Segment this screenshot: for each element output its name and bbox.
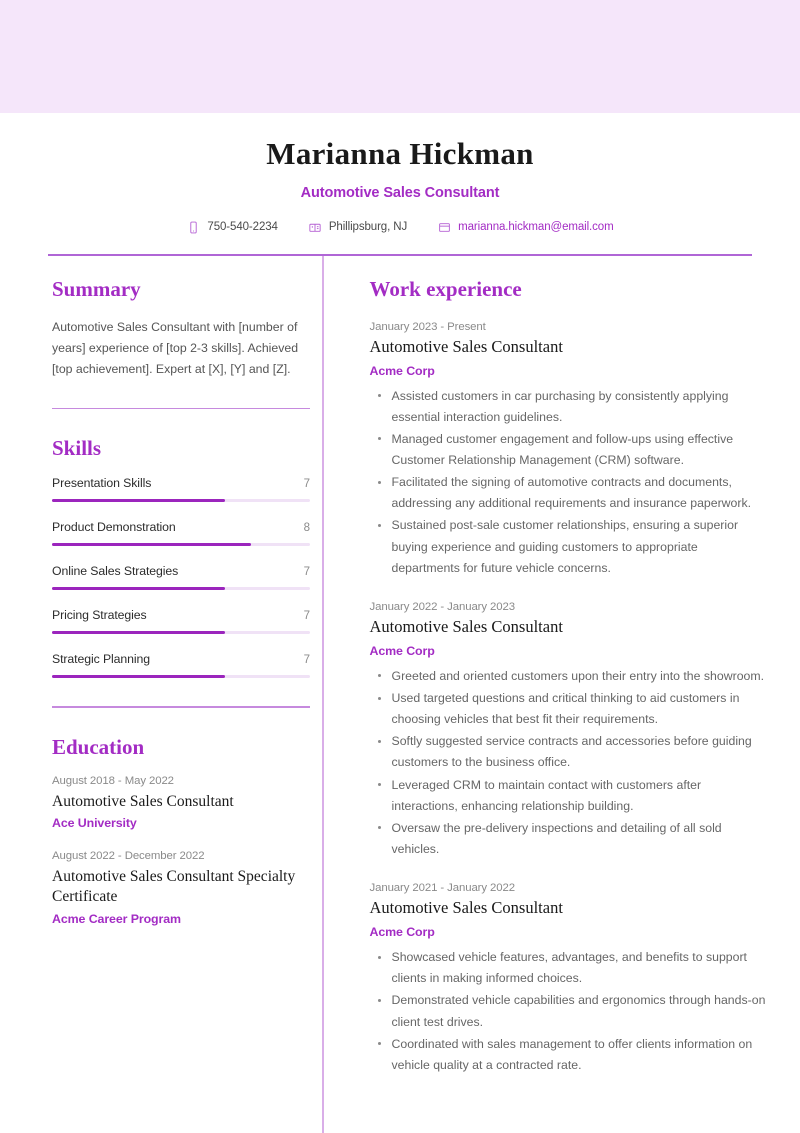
skill-name: Presentation Skills [52, 476, 151, 490]
contact-location-text: Phillipsburg, NJ [329, 221, 407, 233]
job-title: Automotive Sales Consultant [370, 898, 767, 919]
skill-header: Presentation Skills 7 [52, 476, 310, 490]
education-date: August 2018 - May 2022 [52, 775, 320, 787]
skill-bar-track [52, 587, 310, 590]
contact-phone-text: 750-540-2234 [207, 221, 277, 233]
email-icon [437, 220, 451, 234]
location-icon [308, 220, 322, 234]
summary-divider [52, 408, 310, 409]
job-bullet: Demonstrated vehicle capabilities and er… [388, 990, 767, 1032]
job-bullet: Used targeted questions and critical thi… [388, 688, 767, 730]
skill-header: Strategic Planning 7 [52, 652, 310, 666]
skill-header: Online Sales Strategies 7 [52, 564, 310, 578]
education-entry: August 2022 - December 2022 Automotive Sa… [52, 850, 320, 925]
skill-item: Product Demonstration 8 [52, 520, 310, 546]
job-title: Automotive Sales Consultant [370, 617, 767, 638]
contact-phone[interactable]: 750-540-2234 [186, 220, 277, 234]
job-bullet: Managed customer engagement and follow-u… [388, 429, 767, 471]
contact-email-text[interactable]: marianna.hickman@email.com [458, 221, 613, 233]
skills-section-title: Skills [52, 437, 322, 460]
skill-item: Strategic Planning 7 [52, 652, 310, 678]
contact-location[interactable]: Phillipsburg, NJ [308, 220, 407, 234]
work-experience-entry: January 2023 - Present Automotive Sales C… [370, 321, 767, 579]
job-date: January 2023 - Present [370, 321, 767, 333]
skill-value: 7 [304, 610, 310, 622]
resume-header: Marianna Hickman Automotive Sales Consul… [0, 113, 800, 234]
education-date: August 2022 - December 2022 [52, 850, 320, 862]
job-bullet: Sustained post-sale customer relationshi… [388, 515, 767, 578]
job-bullet: Greeted and oriented customers upon thei… [388, 666, 767, 687]
skill-bar-fill [52, 675, 225, 678]
skill-bar-track [52, 675, 310, 678]
skill-name: Product Demonstration [52, 520, 176, 534]
job-date: January 2022 - January 2023 [370, 601, 767, 613]
job-bullet-list: Assisted customers in car purchasing by … [370, 386, 767, 579]
job-bullet: Leveraged CRM to maintain contact with c… [388, 775, 767, 817]
summary-section-title: Summary [52, 278, 322, 301]
left-column: Summary Automotive Sales Consultant with… [0, 256, 322, 1133]
skill-header: Pricing Strategies 7 [52, 608, 310, 622]
right-column: Work experience January 2023 - Present Au… [324, 256, 800, 1133]
job-bullet: Coordinated with sales management to off… [388, 1034, 767, 1076]
job-bullet: Softly suggested service contracts and a… [388, 731, 767, 773]
job-bullet: Assisted customers in car purchasing by … [388, 386, 767, 428]
skill-bar-track [52, 543, 310, 546]
phone-icon [186, 220, 200, 234]
education-entry: August 2018 - May 2022 Automotive Sales C… [52, 775, 320, 831]
education-list: August 2018 - May 2022 Automotive Sales C… [52, 775, 322, 926]
work-experience-entry: January 2022 - January 2023 Automotive Sa… [370, 601, 767, 860]
work-experience-list: January 2023 - Present Automotive Sales C… [370, 321, 767, 1076]
contact-email[interactable]: marianna.hickman@email.com [437, 220, 613, 234]
skill-bar-fill [52, 499, 225, 502]
skill-header: Product Demonstration 8 [52, 520, 310, 534]
skill-bar-fill [52, 543, 251, 546]
job-company: Acme Corp [370, 925, 767, 939]
skill-bar-track [52, 631, 310, 634]
job-bullet-list: Showcased vehicle features, advantages, … [370, 947, 767, 1076]
skill-name: Pricing Strategies [52, 608, 147, 622]
job-company: Acme Corp [370, 364, 767, 378]
resume-body: Summary Automotive Sales Consultant with… [0, 256, 800, 1133]
skill-bar-fill [52, 631, 225, 634]
job-bullet: Showcased vehicle features, advantages, … [388, 947, 767, 989]
education-title: Automotive Sales Consultant [52, 792, 320, 812]
job-bullet-list: Greeted and oriented customers upon thei… [370, 666, 767, 860]
skill-value: 8 [304, 522, 310, 534]
skill-item: Pricing Strategies 7 [52, 608, 310, 634]
skill-bar-track [52, 499, 310, 502]
skill-item: Presentation Skills 7 [52, 476, 310, 502]
work-experience-section-title: Work experience [370, 278, 767, 301]
job-bullet: Facilitated the signing of automotive co… [388, 472, 767, 514]
candidate-name: Marianna Hickman [48, 137, 752, 171]
skill-bar-fill [52, 587, 225, 590]
skill-name: Strategic Planning [52, 652, 150, 666]
job-bullet: Oversaw the pre-delivery inspections and… [388, 818, 767, 860]
job-title: Automotive Sales Consultant [370, 337, 767, 358]
skill-value: 7 [304, 478, 310, 490]
education-institution: Ace University [52, 816, 320, 830]
skills-list: Presentation Skills 7 Product Demonstratio… [52, 476, 322, 678]
skill-value: 7 [304, 566, 310, 578]
summary-text: Automotive Sales Consultant with [number… [52, 317, 310, 380]
skills-divider [52, 706, 310, 707]
skill-item: Online Sales Strategies 7 [52, 564, 310, 590]
education-institution: Acme Career Program [52, 912, 320, 926]
work-experience-entry: January 2021 - January 2022 Automotive Sa… [370, 882, 767, 1076]
skill-name: Online Sales Strategies [52, 564, 178, 578]
job-company: Acme Corp [370, 644, 767, 658]
job-date: January 2021 - January 2022 [370, 882, 767, 894]
top-banner [0, 0, 800, 113]
education-title: Automotive Sales Consultant Specialty Ce… [52, 867, 320, 906]
contact-row: 750-540-2234 Phillipsburg, NJ [48, 220, 752, 234]
skill-value: 7 [304, 654, 310, 666]
candidate-job-title: Automotive Sales Consultant [48, 185, 752, 201]
education-section-title: Education [52, 736, 322, 759]
